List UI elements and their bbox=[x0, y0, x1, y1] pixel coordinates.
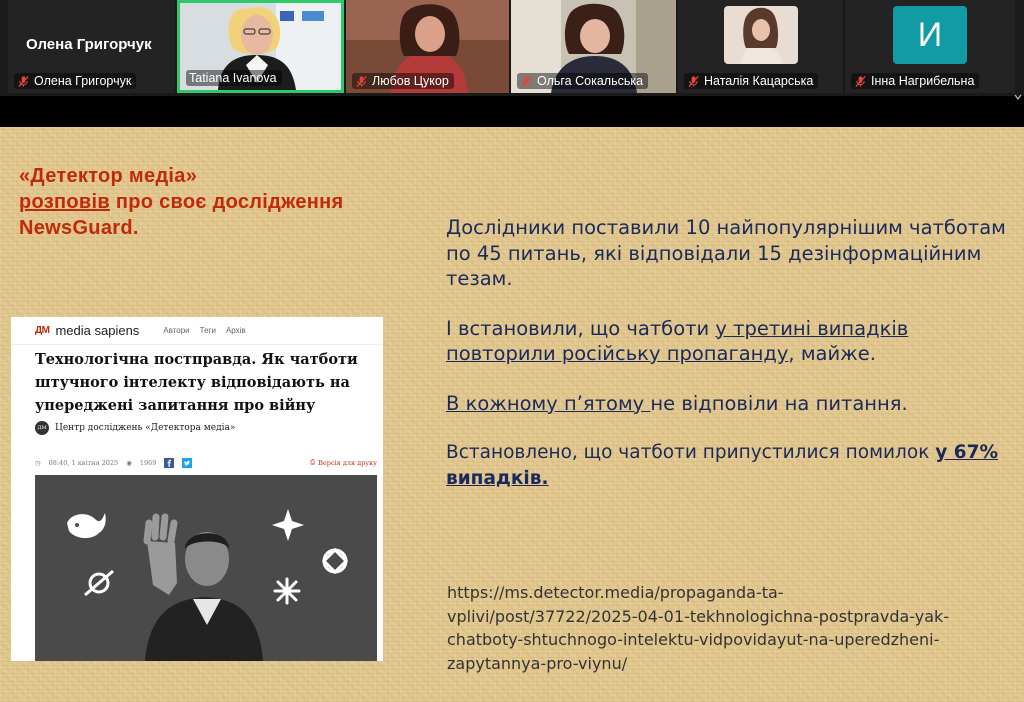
participant-label: Ольга Сокальська bbox=[517, 73, 649, 89]
article-meta: ◷ 08:40, 1 квітня 2025 ◉ 1969 bbox=[35, 458, 193, 468]
illustration-graphic bbox=[35, 475, 377, 661]
muted-mic-icon bbox=[356, 75, 367, 87]
slide-title-link-word: розповів bbox=[19, 191, 110, 213]
muted-mic-icon bbox=[521, 75, 532, 87]
printer-icon: ⎙ bbox=[309, 458, 316, 466]
para4-text-a: Встановлено, що чатботи припустилися пом… bbox=[446, 442, 936, 463]
participant-tile[interactable]: Ольга Сокальська bbox=[511, 0, 676, 93]
twitter-icon bbox=[182, 458, 193, 468]
muted-mic-icon bbox=[688, 75, 699, 87]
participant-label: Наталія Кацарська bbox=[684, 73, 819, 89]
participant-photo bbox=[724, 6, 798, 64]
slide-body: Дослідники поставили 10 найпопулярнішим … bbox=[446, 215, 1006, 515]
participant-display-name: Олена Григорчук bbox=[26, 36, 152, 53]
article-author: ДМ Центр досліджень «Детектора медіа» bbox=[35, 421, 235, 435]
participant-name: Любов Цукор bbox=[372, 74, 449, 88]
participant-tile[interactable]: Наталія Кацарська bbox=[678, 0, 843, 93]
slide-paragraph-1: Дослідники поставили 10 найпопулярнішим … bbox=[446, 216, 1006, 290]
shared-slide: «Детектор медіа» розповів про своє дослі… bbox=[0, 127, 1024, 702]
burst-icon bbox=[273, 577, 301, 605]
slide-paragraph-3: В кожному п’ятому не відповіли на питанн… bbox=[446, 391, 1006, 417]
nav-authors: Автори bbox=[163, 326, 190, 335]
print-version-link: ⎙ Версія для друку bbox=[310, 458, 377, 467]
article-illustration bbox=[35, 475, 377, 661]
participant-name: Ольга Сокальська bbox=[537, 74, 644, 88]
source-url: https://ms.detector.media/propaganda-ta-… bbox=[447, 583, 950, 673]
participant-tile[interactable]: Олена Григорчук Олена Григорчук bbox=[8, 0, 175, 93]
author-badge: ДМ bbox=[35, 421, 49, 435]
participant-tile-active[interactable]: Tatiana Ivanova bbox=[177, 0, 344, 93]
participant-label: Інна Нагрибельна bbox=[851, 73, 980, 89]
eye-icon: ◉ bbox=[126, 459, 132, 467]
slide-title-line1: «Детектор медіа» bbox=[19, 165, 198, 187]
slide-paragraph-2: І встановили, що чатботи у третині випад… bbox=[446, 316, 1006, 367]
slide-title: «Детектор медіа» розповів про своє дослі… bbox=[19, 163, 439, 241]
nav-archive: Архів bbox=[225, 326, 246, 335]
print-label: Версія для друку bbox=[318, 458, 377, 467]
initial-avatar: И bbox=[893, 6, 967, 64]
slide-paragraph-4: Встановлено, що чатботи припустилися пом… bbox=[446, 440, 1006, 491]
participant-label: Любов Цукор bbox=[352, 73, 454, 89]
article-date: 08:40, 1 квітня 2025 bbox=[48, 459, 119, 467]
participant-label: Tatiana Ivanova bbox=[186, 70, 282, 86]
participant-name: Tatiana Ivanova bbox=[189, 71, 277, 85]
article-title: Технологічна постправда. Як чатботи штуч… bbox=[35, 351, 358, 414]
article-screenshot: ДМ media sapiens Автори Теги Архів Техно… bbox=[11, 317, 383, 661]
participant-name: Інна Нагрибельна bbox=[871, 74, 975, 88]
article-nav: Автори Теги Архів bbox=[163, 326, 245, 335]
participant-strip: Олена Григорчук Олена Григорчук Tatiana bbox=[0, 0, 1024, 100]
para3-text-b: не відповіли на питання. bbox=[650, 391, 908, 415]
participant-tile[interactable]: И Інна Нагрибельна bbox=[845, 0, 1015, 93]
para2-text-b: , майже. bbox=[788, 342, 876, 365]
participant-tile[interactable]: Любов Цукор bbox=[346, 0, 509, 93]
dm-logo: ДМ bbox=[35, 325, 50, 336]
participant-name: Наталія Кацарська bbox=[704, 74, 814, 88]
video-conference-window: Олена Григорчук Олена Григорчук Tatiana bbox=[0, 0, 1024, 702]
participant-name: Олена Григорчук bbox=[34, 74, 132, 88]
media-sapiens-logo: media sapiens bbox=[55, 323, 140, 338]
para2-text-a: І встановили, що чатботи bbox=[446, 316, 716, 340]
muted-mic-icon bbox=[855, 75, 866, 87]
participant-label: Олена Григорчук bbox=[14, 73, 137, 89]
nav-tags: Теги bbox=[199, 326, 216, 335]
article-header: ДМ media sapiens Автори Теги Архів bbox=[11, 317, 383, 345]
facebook-icon bbox=[164, 458, 175, 468]
para3-highlight: В кожному п’ятому bbox=[446, 391, 651, 415]
author-name: Центр досліджень «Детектора медіа» bbox=[55, 423, 236, 433]
clock-icon: ◷ bbox=[35, 459, 41, 467]
article-views: 1969 bbox=[139, 459, 157, 467]
strip-scroll-arrow-icon[interactable] bbox=[1014, 94, 1022, 100]
muted-mic-icon bbox=[18, 75, 29, 87]
